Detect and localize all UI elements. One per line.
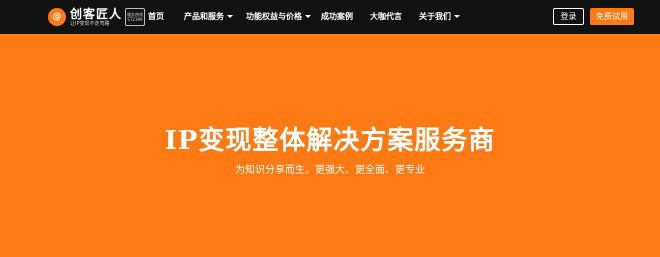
- login-button[interactable]: 登录: [553, 8, 584, 25]
- chevron-down-icon: [305, 15, 311, 18]
- logo-mark-icon: @: [48, 8, 66, 26]
- hero-title: IP变现整体解决方案服务商: [164, 126, 496, 156]
- nav-item-home[interactable]: 首页: [148, 11, 164, 22]
- brand-name: 创客匠人: [70, 6, 123, 21]
- chevron-down-icon: [454, 15, 460, 18]
- hotline-badge: 服务热线 ST2399: [125, 8, 146, 26]
- nav-item-label: 大咖代言: [370, 12, 402, 21]
- nav-item-pricing[interactable]: 功能权益与价格: [246, 11, 311, 22]
- nav-item-label: 成功案例: [321, 12, 353, 21]
- hero-subtitle: 为知识分享而生，更强大、更全面、更专业: [235, 165, 425, 176]
- nav-item-about[interactable]: 关于我们: [419, 11, 460, 22]
- hotline-badge-line2: ST2399: [127, 17, 143, 22]
- free-trial-button[interactable]: 免费试用: [590, 8, 634, 25]
- nav-item-label: 功能权益与价格: [246, 12, 302, 21]
- nav-item-cases[interactable]: 成功案例: [321, 11, 353, 22]
- nav-item-label: 关于我们: [419, 12, 451, 21]
- top-navbar: @ 创客匠人 让IP变现不走弯路 服务热线 ST2399 首页 产品和服务 功能…: [0, 0, 660, 34]
- nav-item-label: 首页: [148, 12, 164, 21]
- nav-item-products[interactable]: 产品和服务: [184, 11, 233, 22]
- brand-logo[interactable]: @ 创客匠人 让IP变现不走弯路 服务热线 ST2399: [48, 4, 146, 30]
- chevron-down-icon: [227, 15, 233, 18]
- nav-item-endorsements[interactable]: 大咖代言: [370, 11, 402, 22]
- nav-item-label: 产品和服务: [184, 12, 224, 21]
- brand-tagline: 让IP变现不走弯路: [70, 20, 110, 27]
- logo-text: 创客匠人 让IP变现不走弯路: [70, 8, 122, 27]
